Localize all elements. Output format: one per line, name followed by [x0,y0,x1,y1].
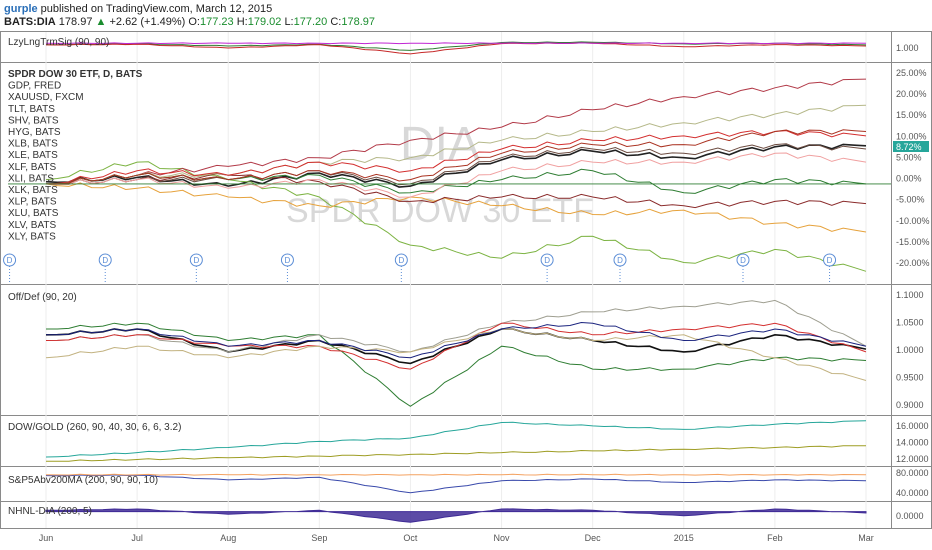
legend-entry: XLF, BATS [8,162,56,173]
price-axis-label: 1.0500 [896,318,924,328]
price-axis-label: 15.00% [896,110,927,120]
line-series [45,473,867,476]
time-axis-label: Oct [403,533,418,543]
price-axis-label: 0.9000 [896,400,924,410]
price-axis-label: 1.1000 [896,290,924,300]
price-axis-label: 5.00% [896,152,922,162]
line-series [45,474,867,494]
price-axis-label: -10.00% [896,216,930,226]
time-axis-label: Dec [585,533,602,543]
dividend-marker-label: D [193,256,199,265]
line-series [46,445,867,462]
price-axis-label: 0.00% [896,174,922,184]
legend-entry: XLY, BATS [8,231,56,242]
price-axis-label: 10.00% [896,131,927,141]
time-axis-label: Nov [494,533,511,543]
legend-entry: XLV, BATS [8,220,57,231]
time-axis-label: Sep [311,533,327,543]
price-axis-label: 80.0000 [896,468,929,478]
legend-entry: XAUUSD, FXCM [8,92,84,103]
tradingview-chart: gurple published on TradingView.com, Mar… [0,0,932,550]
dividend-marker-label: D [398,256,404,265]
time-axis-label: 2015 [674,533,694,543]
price-axis-label: 16.0000 [896,421,929,431]
price-axis-label: 12.0000 [896,454,929,464]
price-axis-label: -15.00% [896,237,930,247]
lzy-pane-label: LzyLngTrmSig (90, 90) [8,37,109,48]
time-axis-label: Mar [858,533,874,543]
price-axis-label: 0.0000 [896,511,924,521]
price-axis-label: 1.0000 [896,345,924,355]
price-axis-label: -20.00% [896,258,930,268]
price-axis-label: 25.00% [896,68,927,78]
time-axis-label: Aug [220,533,236,543]
line-series [45,42,867,45]
price-axis-label: 1.000 [896,43,919,53]
nhnl-pane-label: NHNL-DIA (200, 5) [8,506,92,517]
dowgold-pane-label: DOW/GOLD (260, 90, 40, 30, 6, 6, 3.2) [8,422,181,433]
dividend-markers: DDDDDDDDD [3,253,837,284]
dividend-marker-label: D [740,256,746,265]
dividend-marker-label: D [7,256,13,265]
dividend-marker-label: D [544,256,550,265]
legend-entry: TLT, BATS [8,104,55,115]
price-axis-label: -5.00% [896,195,925,205]
price-axis-label: 14.0000 [896,438,929,448]
area-series [45,508,867,523]
main-legend: SPDR DOW 30 ETF, D, BATSGDP, FREDXAUUSD,… [8,69,143,242]
dividend-marker-label: D [827,256,833,265]
time-axis-label: Jul [131,533,143,543]
legend-entry: SHV, BATS [8,115,59,126]
price-axis-label: 20.00% [896,89,927,99]
price-axis-label: 40.0000 [896,488,929,498]
legend-entry: HYG, BATS [8,127,61,138]
time-axis-label: Jun [39,533,54,543]
legend-entry: XLP, BATS [8,197,57,208]
line-series [45,299,867,353]
legend-entry: XLB, BATS [8,139,58,150]
dividend-marker-label: D [617,256,623,265]
price-badge: 8.72% [896,142,922,152]
legend-entry: XLE, BATS [8,150,58,161]
watermark-name: SPDR DOW 30 ETF [286,192,594,230]
legend-entry: XLI, BATS [8,173,54,184]
offdef-pane-label: Off/Def (90, 20) [8,292,77,303]
series-layer [8,41,891,523]
dividend-marker-label: D [285,256,291,265]
price-axis-label: 0.9500 [896,373,924,383]
time-axis[interactable]: Jun Jul Aug Sep Oct Nov Dec 2015 Feb Mar [39,533,874,543]
time-axis-label: Feb [767,533,783,543]
dividend-marker-label: D [102,256,108,265]
sp5-pane-label: S&P5Abv200MA (200, 90, 90, 10) [8,475,158,486]
legend-entry: GDP, FRED [8,81,61,92]
chart-canvas[interactable]: DIA SPDR DOW 30 ETF DDDDDDDDD LzyLngTrmS… [0,0,932,550]
legend-entry: XLU, BATS [8,208,59,219]
price-axis-ticks: 1.000 25.00% 20.00% 15.00% 10.00% 5.00% 0.00% -… [896,43,930,521]
legend-entry: XLK, BATS [8,185,58,196]
legend-entry: SPDR DOW 30 ETF, D, BATS [8,69,143,80]
